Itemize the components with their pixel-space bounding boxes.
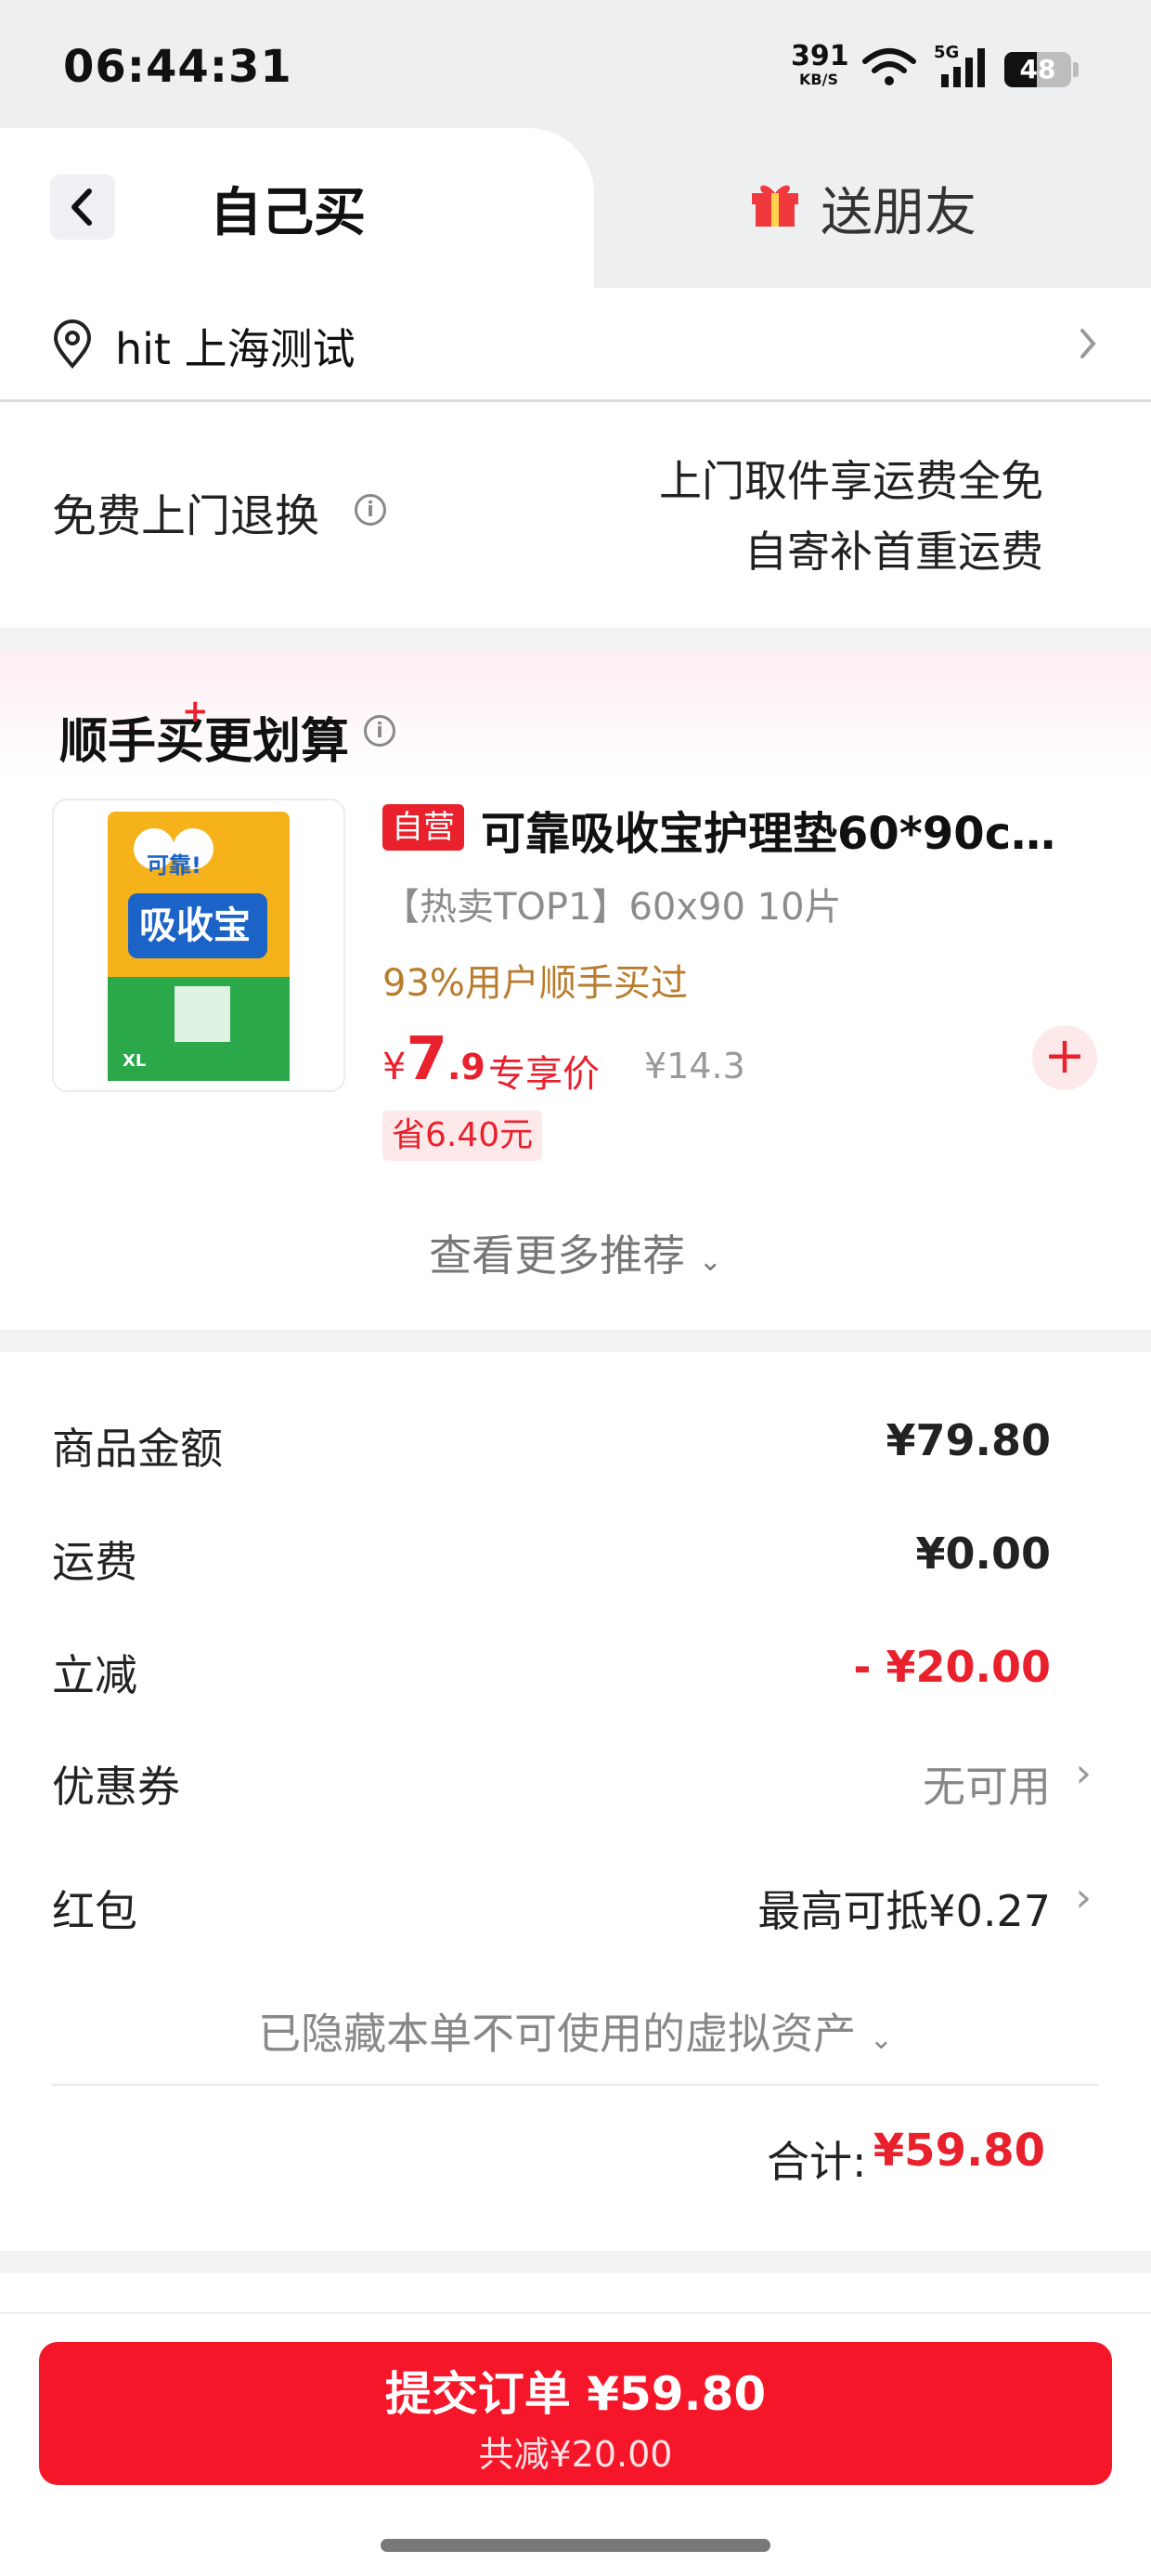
exclusive-price-tag: 专享价 [488, 1053, 600, 1096]
shipping-value: ¥0.00 [915, 1529, 1051, 1579]
package-size-text: XL [123, 1051, 146, 1071]
chevron-right-icon[interactable]: › [1075, 1750, 1092, 1797]
info-icon[interactable]: i [355, 494, 386, 526]
addon-title-suffix: 更划算 [204, 714, 350, 770]
chevron-left-icon [71, 189, 92, 226]
price-integer: 7 [406, 1025, 447, 1094]
total-value: ¥59.80 [873, 2125, 1045, 2177]
product-package-image: 可靠! 吸收宝 XL [108, 812, 290, 1081]
product-spec: 【热卖TOP1】60x90 10片 [382, 886, 842, 929]
red-packet-value[interactable]: 最高可抵¥0.27 [757, 1878, 1051, 1939]
coupon-value[interactable]: 无可用 [923, 1753, 1051, 1815]
network-speed-value: 391 [791, 40, 849, 72]
discount-value: - ¥20.00 [853, 1642, 1051, 1692]
hidden-assets-label: 已隐藏本单不可使用的虚拟资产 [258, 2009, 857, 2059]
package-top-text: 可靠! [147, 852, 201, 878]
addon-plus-mark: + [182, 693, 209, 730]
battery-tip [1073, 62, 1079, 77]
network-speed: 391 KB/S [791, 40, 849, 88]
section-separator [0, 628, 1151, 650]
status-time: 06:44:31 [63, 41, 292, 93]
chevron-right-icon[interactable]: › [1075, 1874, 1092, 1921]
wifi-icon [862, 48, 916, 85]
shipping-label: 运费 [52, 1537, 137, 1587]
see-more-recommendations[interactable]: 查看更多推荐 ⌄ [0, 1222, 1151, 1283]
add-to-order-button[interactable]: + [1032, 1025, 1097, 1090]
return-policy-label: 免费上门退换 [52, 490, 320, 542]
section-separator [0, 2251, 1151, 2273]
self-operated-badge: 自营 [382, 804, 464, 851]
chevron-down-icon: ⌄ [869, 2023, 893, 2056]
discount-label: 立减 [52, 1650, 137, 1700]
product-title[interactable]: 可靠吸收宝护理垫60*90cm ... [481, 797, 1093, 862]
battery-level: 48 [1019, 54, 1056, 85]
chevron-right-icon [1080, 329, 1096, 358]
tab-gift-friend[interactable]: 送朋友 [821, 171, 976, 246]
chevron-down-icon: ⌄ [698, 1245, 722, 1278]
original-price: ¥14.3 [644, 1046, 745, 1086]
gift-icon [752, 185, 798, 227]
product-image[interactable]: 可靠! 吸收宝 XL [52, 799, 345, 1092]
signal-icon [941, 48, 985, 87]
home-indicator[interactable] [381, 2539, 770, 2552]
see-more-label: 查看更多推荐 [429, 1230, 686, 1281]
save-badge: 省6.40元 [382, 1111, 543, 1161]
goods-amount-label: 商品金额 [52, 1424, 223, 1474]
return-policy-line2: 自寄补首重运费 [744, 527, 1043, 577]
price-decimal: .9 [446, 1047, 485, 1087]
submit-order-savings: 共减¥20.00 [478, 2434, 673, 2475]
divider [0, 399, 1151, 402]
red-packet-label: 红包 [52, 1886, 137, 1936]
divider [52, 2084, 1099, 2086]
location-pin-icon [53, 319, 92, 370]
hidden-assets-toggle[interactable]: 已隐藏本单不可使用的虚拟资产 ⌄ [0, 2000, 1151, 2062]
package-brand-text: 吸收宝 [139, 904, 251, 947]
submit-order-button[interactable]: 提交订单 ¥59.80 共减¥20.00 [39, 2342, 1112, 2485]
coupon-label: 优惠券 [52, 1762, 180, 1812]
product-bought-rate: 93%用户顺手买过 [382, 962, 688, 1005]
return-policy-line1: 上门取件享运费全免 [659, 456, 1043, 506]
total-label: 合计: [767, 2137, 867, 2187]
back-button[interactable] [50, 175, 115, 240]
battery-icon: 48 [1004, 52, 1071, 87]
section-separator [0, 1330, 1151, 1352]
price-currency: ¥ [382, 1046, 407, 1088]
address-text: hit 上海测试 [115, 324, 356, 374]
network-speed-unit: KB/S [799, 71, 838, 88]
info-icon[interactable]: i [364, 715, 395, 747]
product-price: ¥7.9 [382, 1025, 485, 1094]
tab-self-buy[interactable]: 自己买 [186, 171, 390, 246]
submit-order-label: 提交订单 ¥59.80 [384, 2367, 767, 2421]
goods-amount-value: ¥79.80 [886, 1415, 1051, 1465]
